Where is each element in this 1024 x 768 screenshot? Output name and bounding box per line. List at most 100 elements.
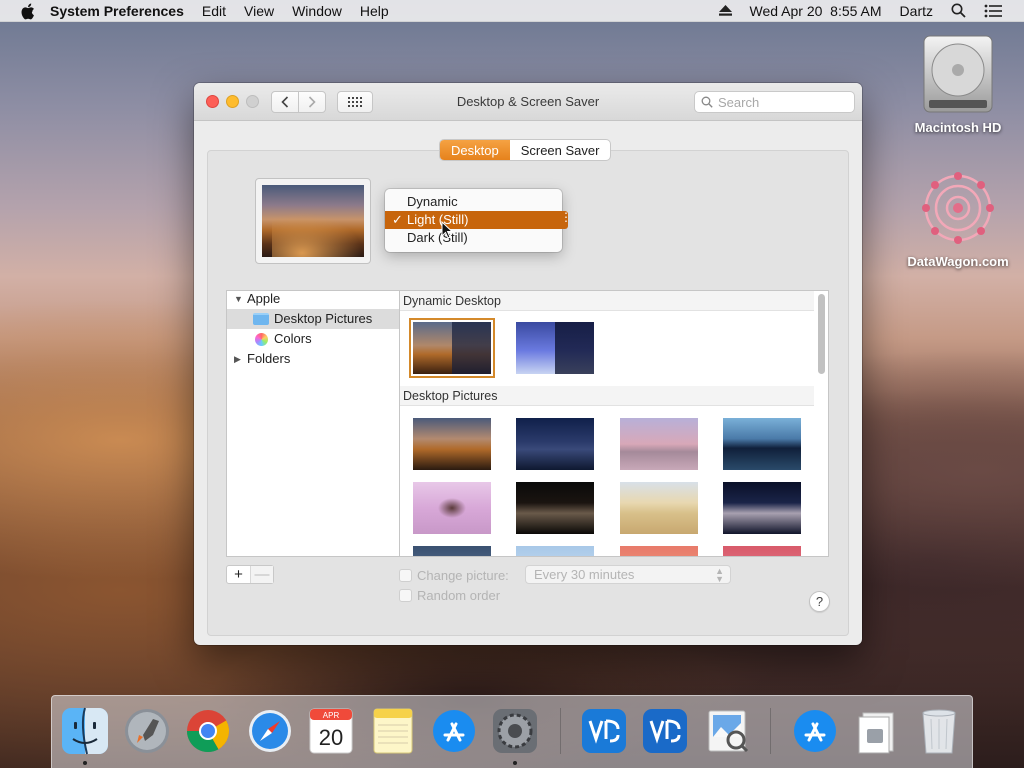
menu-item-light-still[interactable]: ✓ Light (Still) [385,211,562,229]
menu-item-dark-still[interactable]: Dark (Still) [385,229,562,247]
documents-stack-icon[interactable] [852,706,902,756]
dock: APR 20 [51,695,973,768]
menu-item-label: Light (Still) [407,212,469,227]
appearance-dropdown-menu: Dynamic ✓ Light (Still) Dark (Still) [385,189,572,252]
calendar-icon[interactable]: APR 20 [306,706,356,756]
wallpaper-thumbnail[interactable] [620,482,698,534]
vnc-server-icon[interactable] [640,706,690,756]
tab-control: Desktop Screen Saver [439,139,612,161]
menu-item-dynamic[interactable]: Dynamic [385,193,562,211]
dock-separator [560,708,561,754]
title-bar[interactable]: Desktop & Screen Saver [194,83,862,121]
color-wheel-icon [255,332,268,346]
change-picture-option[interactable]: Change picture: [399,568,509,583]
safari-icon[interactable] [245,706,295,756]
popup-arrows-icon [560,210,572,229]
wallpaper-thumbnail[interactable] [620,546,698,556]
wallpaper-thumbnail[interactable] [516,418,594,470]
random-order-label: Random order [417,588,501,603]
source-item-label: Colors [274,331,312,346]
user-menu[interactable]: Dartz [900,3,933,19]
notification-center-icon[interactable] [984,4,1002,18]
add-folder-button[interactable]: + [227,566,250,583]
random-order-option[interactable]: Random order [399,588,500,603]
app-store-download-icon[interactable] [790,706,840,756]
wallpaper-thumbnail[interactable] [723,482,801,534]
chrome-icon[interactable] [183,706,233,756]
wallpaper-mojave-dynamic[interactable] [409,318,495,378]
menu-window[interactable]: Window [292,3,342,19]
menu-bar: System Preferences Edit View Window Help… [0,0,1024,22]
vnc-viewer-icon[interactable] [579,706,629,756]
menu-view[interactable]: View [244,3,274,19]
desktop-icon-datawagon[interactable]: DataWagon.com [903,168,1013,269]
desktop-screensaver-window: Desktop & Screen Saver Desktop Screen Sa… [194,83,862,645]
eject-icon[interactable] [718,5,732,16]
random-order-checkbox[interactable] [399,589,412,602]
source-item-folders[interactable]: ▶ Folders [227,349,399,369]
wallpaper-thumbnail[interactable] [723,418,801,470]
running-indicator [513,761,517,765]
source-list: ▼ Apple Desktop Pictures Colors ▶ Folder… [226,290,399,557]
grid-scrollbar[interactable] [818,294,825,374]
help-button[interactable]: ? [809,591,830,612]
checkmark-icon: ✓ [392,212,403,227]
clock[interactable]: Wed Apr 20 8:55 AM [750,3,882,19]
picture-grid: Dynamic Desktop Desktop Pictures [399,290,829,557]
wallpaper-thumbnail[interactable] [723,546,801,556]
desktop-icon-macintosh-hd[interactable]: Macintosh HD [903,34,1013,135]
trash-icon[interactable] [914,706,964,756]
app-menu[interactable]: System Preferences [50,3,184,19]
disclosure-closed-icon[interactable]: ▶ [234,349,244,369]
system-preferences-icon[interactable] [490,706,540,756]
desktop-icon-label: Macintosh HD [914,120,1002,135]
source-item-label: Desktop Pictures [274,311,373,326]
mouse-cursor-icon [441,221,453,239]
source-item-desktop-pictures[interactable]: Desktop Pictures [227,309,399,329]
updown-arrows-icon: ▲ ▼ [715,566,724,584]
change-picture-checkbox[interactable] [399,569,412,582]
wallpaper-thumbnail[interactable] [413,482,491,534]
wallpaper-thumbnail[interactable] [516,482,594,534]
calendar-day: 20 [319,725,343,750]
wallpaper-thumbnail[interactable] [516,546,594,556]
search-icon [701,96,713,108]
search-field[interactable] [694,91,855,113]
menu-item-label: Dynamic [407,194,458,209]
datawagon-logo-icon [903,168,1013,248]
section-header-dynamic-desktop: Dynamic Desktop [400,291,814,311]
source-item-colors[interactable]: Colors [227,329,399,349]
wallpaper-solar-gradients[interactable] [516,322,594,374]
tab-screen-saver[interactable]: Screen Saver [510,140,611,160]
source-item-label: Apple [247,291,281,306]
wallpaper-thumbnail[interactable] [413,418,491,470]
menu-edit[interactable]: Edit [202,3,226,19]
search-input[interactable] [718,94,838,110]
wallpaper-preview-image [262,185,364,257]
source-item-label: Folders [247,351,291,366]
interval-value: Every 30 minutes [534,567,635,582]
desktop-icon-label: DataWagon.com [907,254,1009,269]
spotlight-search-icon[interactable] [951,3,966,18]
remove-folder-button[interactable]: — [250,566,273,583]
folder-icon [253,313,269,325]
hard-drive-icon [903,34,1013,114]
tab-desktop[interactable]: Desktop [440,140,510,160]
interval-popup[interactable]: Every 30 minutes ▲ ▼ [525,565,731,584]
add-remove-control: + — [226,565,274,584]
section-header-desktop-pictures: Desktop Pictures [400,386,814,406]
calendar-month: APR [323,711,340,720]
dock-separator [770,708,771,754]
preview-icon[interactable] [702,706,752,756]
current-wallpaper-preview [255,178,371,264]
menu-help[interactable]: Help [360,3,389,19]
launchpad-icon[interactable] [122,706,172,756]
finder-icon[interactable] [60,706,110,756]
wallpaper-thumbnail[interactable] [413,546,491,556]
disclosure-open-icon[interactable]: ▼ [234,289,244,309]
apple-menu-icon[interactable] [20,3,36,19]
notes-icon[interactable] [368,706,418,756]
source-item-apple[interactable]: ▼ Apple [227,289,399,309]
app-store-icon[interactable] [429,706,479,756]
wallpaper-thumbnail[interactable] [620,418,698,470]
